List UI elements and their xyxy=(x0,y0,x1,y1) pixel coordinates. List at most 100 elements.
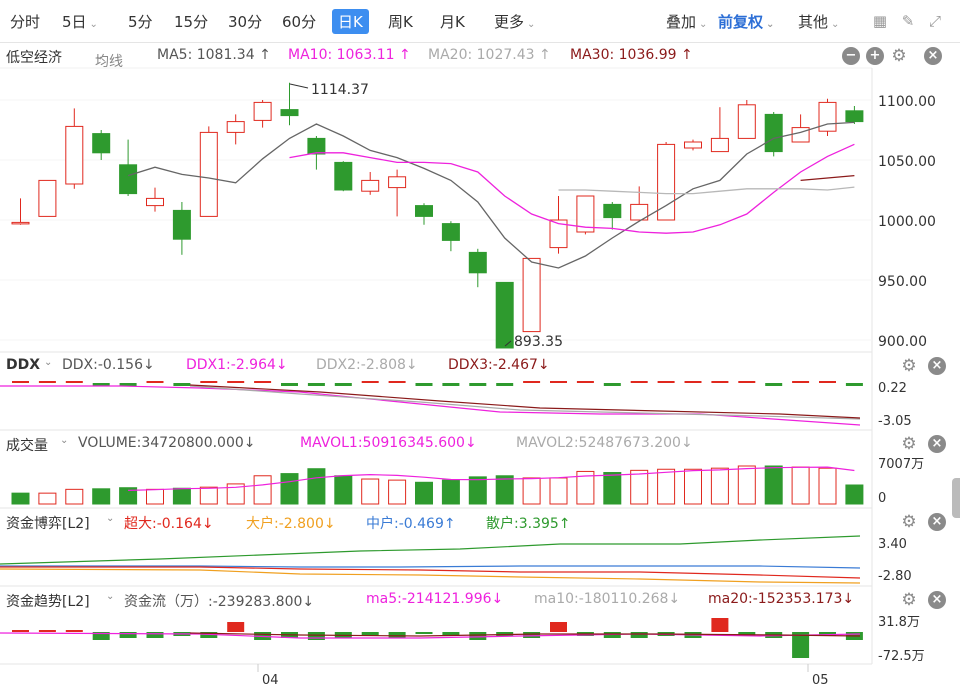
gear-icon[interactable]: ⚙ xyxy=(900,435,918,453)
volume-title: 成交量 xyxy=(6,438,48,454)
ddx-bar xyxy=(657,381,675,383)
ddx-y-tick: 0.22 xyxy=(878,381,907,396)
volume-panel-header: 成交量 ⌄ VOLUME:34720800.000↓ MAVOL1:509163… xyxy=(0,431,960,457)
volume-bar xyxy=(307,468,326,505)
volume-bar xyxy=(522,477,541,505)
super-value: 超大:-0.164↓ xyxy=(124,516,214,532)
volume-bar xyxy=(818,467,837,505)
candle-body xyxy=(388,176,407,189)
volume-bar xyxy=(11,492,30,505)
trend-panel-header: 资金趋势[L2] ⌄ 资金流（万）:-239283.800↓ ma5:-2141… xyxy=(0,587,960,613)
trend-bar xyxy=(550,622,567,632)
candle-body xyxy=(495,281,514,349)
volume-bar xyxy=(495,475,514,505)
chevron-down-icon[interactable]: ⌄ xyxy=(106,591,114,602)
game-y-tick: 3.40 xyxy=(878,537,907,552)
trend-ma5-value: ma5:-214121.996↓ xyxy=(366,591,504,607)
trend-bar xyxy=(523,632,541,638)
ddx-bar xyxy=(334,383,352,386)
ddx-bar xyxy=(254,381,272,383)
candle-body xyxy=(441,223,460,241)
close-icon[interactable]: × xyxy=(928,513,946,531)
game-panel-header: 资金博弈[L2] ⌄ 超大:-0.164↓ 大户:-2.800↓ 中户:-0.4… xyxy=(0,509,960,535)
y-tick: 900.00 xyxy=(878,334,927,350)
gear-icon[interactable]: ⚙ xyxy=(900,357,918,375)
volume-bar xyxy=(764,465,783,505)
close-icon[interactable]: × xyxy=(928,435,946,453)
candle-body xyxy=(199,131,218,217)
candle-body xyxy=(468,251,487,274)
chevron-down-icon[interactable]: ⌄ xyxy=(60,435,68,446)
ddx-bar xyxy=(200,381,218,383)
ddx-bar xyxy=(415,383,433,386)
volume-bar xyxy=(845,484,864,505)
volume-bars xyxy=(11,465,864,505)
ddx-bar xyxy=(603,383,621,386)
chevron-down-icon[interactable]: ⌄ xyxy=(44,357,52,368)
y-tick: 1050.00 xyxy=(878,154,936,170)
close-icon[interactable]: × xyxy=(928,591,946,609)
ddx-bar xyxy=(12,381,29,383)
ddx2-value: DDX2:-2.808↓ xyxy=(316,357,418,373)
ddx-bar xyxy=(765,383,783,386)
candle-body xyxy=(764,113,783,153)
side-scroll-handle[interactable] xyxy=(952,478,960,518)
candle-body xyxy=(522,257,541,333)
chevron-down-icon[interactable]: ⌄ xyxy=(106,513,114,524)
trend-bar xyxy=(12,630,29,632)
ddx-bar xyxy=(630,381,648,383)
ddx-bar xyxy=(65,381,83,383)
trend-bar xyxy=(307,632,325,640)
volume-value: VOLUME:34720800.000↓ xyxy=(78,435,256,451)
volume-bar xyxy=(334,475,353,505)
candles xyxy=(11,82,864,349)
candle-body xyxy=(603,203,622,219)
trend-title: 资金趋势[L2] xyxy=(6,594,90,610)
gear-icon[interactable]: ⚙ xyxy=(900,513,918,531)
trend-bar xyxy=(38,630,56,632)
ddx-bar xyxy=(227,381,245,383)
high-label: 1114.37 xyxy=(311,82,369,98)
volume-bar xyxy=(253,475,272,505)
x-tick: 05 xyxy=(812,673,829,688)
candle-body xyxy=(307,137,326,155)
volume-bar xyxy=(603,472,622,505)
trend-bar xyxy=(388,632,406,638)
low-label: 893.35 xyxy=(514,334,563,350)
candle-body xyxy=(710,137,729,153)
candle-body xyxy=(818,101,837,132)
mavol2-value: MAVOL2:52487673.200↓ xyxy=(516,435,693,451)
volume-bar xyxy=(630,469,649,505)
volume-bar xyxy=(199,486,218,505)
x-tick: 04 xyxy=(262,673,279,688)
candle-body xyxy=(146,197,164,207)
ma5-line xyxy=(127,121,855,269)
volume-bar xyxy=(710,467,729,505)
gear-icon[interactable]: ⚙ xyxy=(900,591,918,609)
close-icon[interactable]: × xyxy=(928,357,946,375)
trend-y-tick: -72.5万 xyxy=(878,649,925,664)
ddx-panel-header: DDX ⌄ DDX:-0.156↓ DDX1:-2.964↓ DDX2:-2.8… xyxy=(0,353,960,379)
candle-body xyxy=(65,125,84,185)
ddx-bar xyxy=(684,381,702,383)
volume-bar xyxy=(441,479,460,505)
ddx-bar xyxy=(146,381,164,383)
ddx-bar xyxy=(281,383,298,386)
volume-bar xyxy=(146,488,164,505)
ma30-line xyxy=(800,174,855,182)
candle-body xyxy=(253,101,272,121)
ddx3-value: DDX3:-2.467↓ xyxy=(448,357,550,373)
volume-bar xyxy=(65,488,84,505)
vol-y-tick: 7007万 xyxy=(878,457,924,472)
y-tick: 950.00 xyxy=(878,274,927,290)
volume-bar xyxy=(468,476,487,505)
mavol1-value: MAVOL1:50916345.600↓ xyxy=(300,435,477,451)
trend-bar xyxy=(65,630,83,632)
big-line xyxy=(0,568,861,584)
ddx-bar xyxy=(711,381,729,383)
flow-value: 资金流（万）:-239283.800↓ xyxy=(124,594,315,610)
ddx-bar xyxy=(550,381,567,383)
candle-body xyxy=(280,109,299,117)
trend-bar xyxy=(469,632,487,640)
mid-value: 中户:-0.469↑ xyxy=(366,516,456,532)
